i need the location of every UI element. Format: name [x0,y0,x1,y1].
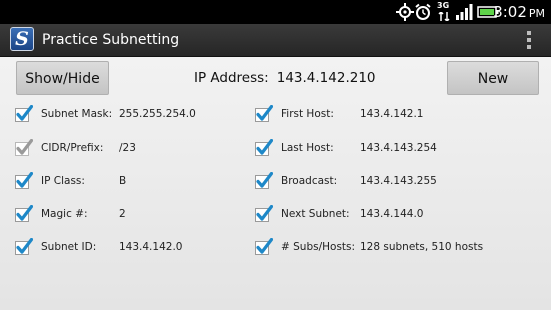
ip-class-label: IP Class: [41,175,85,187]
cidr-prefix-checkbox[interactable] [15,139,33,157]
new-button[interactable]: New [447,61,539,95]
row-subs-hosts: # Subs/Hosts: 128 subnets, 510 hosts [255,237,545,257]
overflow-menu-icon[interactable] [527,31,531,49]
first-host-value: 143.4.142.1 [360,108,424,120]
row-first-host: First Host: 143.4.142.1 [255,104,545,124]
row-magic-number: Magic #: 2 [15,204,235,224]
row-subnet-mask: Subnet Mask: 255.255.254.0 [15,104,235,124]
signal-icon [456,4,473,20]
last-host-label: Last Host: [281,142,334,154]
first-host-label: First Host: [281,108,334,120]
magic-number-value: 2 [119,208,126,220]
broadcast-label: Broadcast: [281,175,338,187]
subnet-id-value: 143.4.142.0 [119,241,183,253]
network-type-label: 3G [437,1,450,10]
gps-icon [396,3,414,21]
last-host-checkbox[interactable] [255,139,273,157]
row-subnet-id: Subnet ID: 143.4.142.0 [15,237,235,257]
status-bar: 3G 3:02 PM [0,0,551,24]
action-bar: S Practice Subnetting [0,24,551,57]
ip-class-value: B [119,175,127,187]
broadcast-checkbox[interactable] [255,172,273,190]
next-subnet-label: Next Subnet: [281,208,350,220]
row-cidr-prefix: CIDR/Prefix: /23 [15,138,235,158]
clock: 3:02 PM [493,3,545,23]
subnet-id-label: Subnet ID: [41,241,97,253]
subnet-mask-checkbox[interactable] [15,105,33,123]
cidr-prefix-value: /23 [119,142,136,154]
row-next-subnet: Next Subnet: 143.4.144.0 [255,204,545,224]
first-host-checkbox[interactable] [255,105,273,123]
app-logo-icon[interactable]: S [10,27,34,51]
ip-address-line: IP Address: 143.4.142.210 [194,69,376,87]
next-subnet-value: 143.4.144.0 [360,208,424,220]
ip-address-label: IP Address: [194,70,269,86]
clock-ampm: PM [528,7,545,20]
next-subnet-checkbox[interactable] [255,205,273,223]
cidr-prefix-label: CIDR/Prefix: [41,142,104,154]
show-hide-button[interactable]: Show/Hide [16,61,109,95]
row-ip-class: IP Class: B [15,171,235,191]
subs-hosts-label: # Subs/Hosts: [281,241,356,253]
alarm-icon [415,3,431,20]
ip-address-value: 143.4.142.210 [276,70,376,86]
subnet-mask-label: Subnet Mask: [41,108,113,120]
row-broadcast: Broadcast: 143.4.143.255 [255,171,545,191]
magic-number-checkbox[interactable] [15,205,33,223]
row-last-host: Last Host: 143.4.143.254 [255,138,545,158]
app-title: Practice Subnetting [42,32,180,48]
main-content: Show/Hide IP Address: 143.4.142.210 New S… [0,57,551,310]
ip-class-checkbox[interactable] [15,172,33,190]
subnet-id-checkbox[interactable] [15,238,33,256]
subs-hosts-value: 128 subnets, 510 hosts [360,241,484,253]
network-3g-icon: 3G [437,1,451,22]
subnet-mask-value: 255.255.254.0 [119,108,196,120]
subs-hosts-checkbox[interactable] [255,238,273,256]
magic-number-label: Magic #: [41,208,88,220]
clock-time: 3:02 [493,3,527,21]
broadcast-value: 143.4.143.255 [360,175,437,187]
last-host-value: 143.4.143.254 [360,142,437,154]
